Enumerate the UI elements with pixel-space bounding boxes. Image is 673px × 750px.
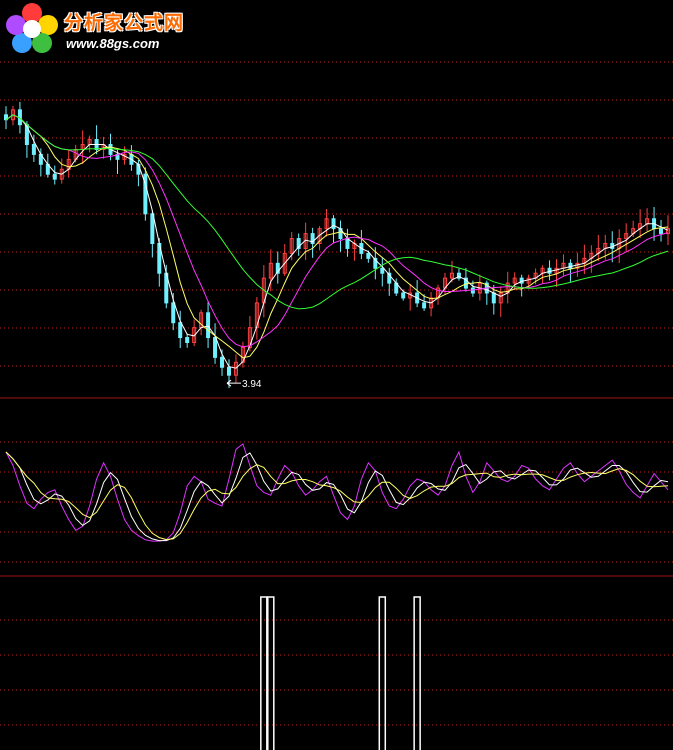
candle-body — [422, 302, 427, 309]
candle-body — [366, 252, 371, 259]
oscillator-main-line — [5, 443, 669, 542]
candle-body — [491, 292, 496, 304]
candle-body — [220, 356, 225, 368]
logo-title: 分析家公式网 — [64, 12, 185, 34]
panel-separators — [0, 397, 673, 577]
candle-body — [178, 322, 183, 339]
moving-average-lines — [5, 114, 669, 369]
candle-body — [547, 267, 552, 274]
candle-body — [331, 218, 336, 230]
candle-body — [185, 337, 190, 343]
candle-body — [568, 262, 573, 269]
candle-body — [213, 337, 218, 358]
low-annotation: 3.94 — [226, 379, 262, 390]
candle-body — [380, 267, 385, 274]
candle-body — [401, 292, 406, 299]
oscillator-panel — [5, 443, 669, 542]
flower-logo-icon — [6, 3, 58, 53]
ma60-line — [5, 114, 669, 310]
candle-body — [345, 238, 350, 249]
candle-body — [150, 213, 155, 245]
low-price-label: 3.94 — [242, 379, 262, 390]
site-logo[interactable]: 分析家公式网 www.88gs.com — [4, 2, 204, 54]
candle-body — [52, 173, 57, 180]
signal-spike — [413, 596, 421, 750]
candle-body — [171, 302, 176, 324]
candle-body — [226, 366, 231, 376]
logo-url: www.88gs.com — [66, 36, 160, 51]
low-arrow-icon — [226, 379, 241, 387]
candle-body — [31, 144, 36, 155]
ma10-line — [5, 114, 669, 359]
price-panel: 3.94 — [4, 101, 670, 390]
candle-body — [659, 228, 664, 235]
signal-spike — [260, 596, 268, 750]
grid-lines — [0, 61, 673, 726]
stock-chart: 3.94 — [0, 61, 673, 750]
candle-body — [206, 312, 211, 339]
